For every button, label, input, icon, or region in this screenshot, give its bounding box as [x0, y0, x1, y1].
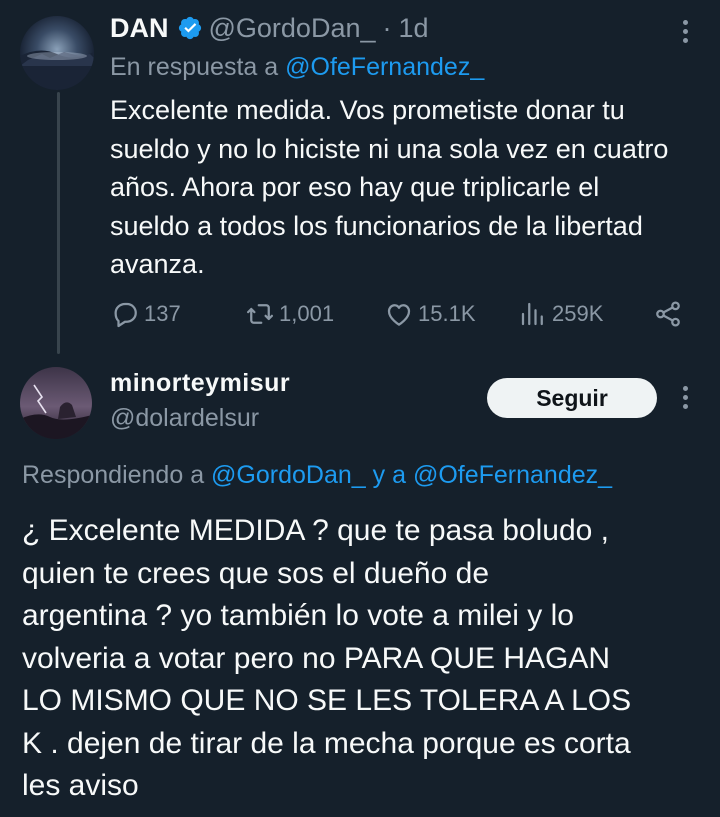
retweet-count: 1,001 [279, 301, 335, 326]
verified-badge-icon [178, 16, 201, 40]
display-name[interactable]: minorteymisur [110, 369, 290, 398]
reply-button[interactable]: 137 [110, 296, 181, 332]
views-icon [521, 302, 543, 326]
reply-joiner: y a [372, 461, 406, 489]
timestamp[interactable]: 1d [399, 13, 429, 44]
reply-prefix: Respondiendo a [22, 461, 205, 489]
reply-icon [114, 302, 137, 328]
mention-link[interactable]: @GordoDan_ [211, 461, 366, 489]
like-icon [387, 304, 411, 326]
display-name[interactable]: DAN [110, 13, 169, 44]
handle[interactable]: @GordoDan_ [209, 13, 376, 44]
avatar-image [20, 367, 92, 439]
action-bar: 137 1,001 15.1K 259K [0, 296, 720, 332]
tweet-text: ¿ Excelente MEDIDA ? que te pasa boludo … [22, 514, 632, 802]
views-button[interactable]: 259K [518, 296, 603, 332]
tweet-header: DAN @GordoDan_ · 1d [110, 10, 429, 46]
reply-count: 137 [144, 301, 181, 326]
reply-prefix: En respuesta a [110, 53, 279, 81]
avatar-image [20, 16, 94, 90]
reply-context: Respondiendo a @GordoDan_ y a @OfeFernan… [22, 461, 612, 490]
mention-link[interactable]: @OfeFernandez_ [413, 461, 612, 489]
reply-context: En respuesta a @OfeFernandez_ [110, 53, 484, 82]
share-icon [656, 301, 680, 327]
mention-link[interactable]: @OfeFernandez_ [285, 53, 484, 81]
like-count: 15.1K [418, 301, 476, 326]
handle[interactable]: @dolardelsur [110, 404, 259, 433]
more-icon[interactable] [670, 382, 700, 412]
retweet-button[interactable]: 1,001 [245, 296, 334, 332]
share-button[interactable] [653, 296, 687, 332]
separator-dot: · [382, 12, 392, 43]
more-icon[interactable] [670, 16, 700, 46]
retweet-icon [247, 304, 273, 324]
avatar[interactable] [20, 16, 94, 90]
avatar[interactable] [20, 367, 92, 439]
views-count: 259K [552, 301, 604, 326]
like-button[interactable]: 15.1K [384, 296, 476, 332]
tweet-text: Excelente medida. Vos prometiste donar t… [110, 95, 669, 279]
follow-button[interactable]: Seguir [487, 378, 657, 418]
